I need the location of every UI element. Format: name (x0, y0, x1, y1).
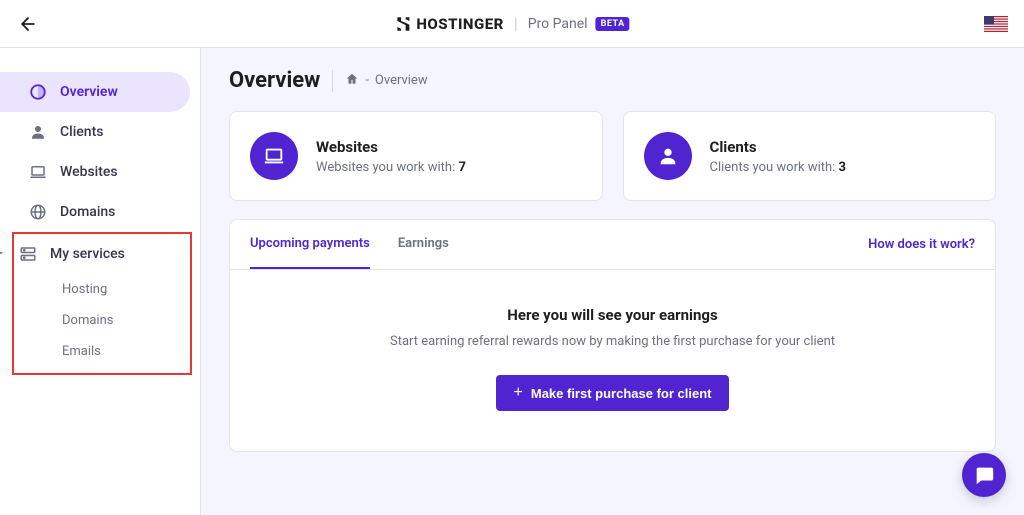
page-title: Overview (229, 68, 320, 93)
brand-separator: | (514, 14, 518, 33)
brand-name: HOSTINGER (416, 15, 503, 33)
server-icon (18, 244, 38, 264)
sidebar-item-label: Websites (60, 164, 118, 180)
hostinger-logo-icon (394, 15, 412, 33)
header: HOSTINGER | Pro Panel BETA (0, 0, 1024, 48)
sidebar: Overview Clients Websites Domains (0, 48, 200, 515)
globe-icon (28, 202, 48, 222)
arrow-left-icon (18, 14, 38, 34)
panel-tabs: Upcoming payments Earnings How does it w… (230, 220, 995, 270)
card-subtext-label: Clients you work with: (710, 160, 839, 175)
language-flag-us[interactable] (984, 16, 1008, 32)
empty-state-title: Here you will see your earnings (250, 306, 975, 324)
beta-badge: BETA (596, 17, 630, 31)
sidebar-subitem-domains[interactable]: Domains (14, 305, 190, 336)
chevron-down-icon (0, 246, 6, 262)
card-count: 7 (458, 160, 465, 175)
sidebar-item-websites[interactable]: Websites (0, 152, 190, 192)
make-first-purchase-button[interactable]: + Make first purchase for client (496, 375, 730, 411)
breadcrumb-current: Overview (375, 73, 428, 88)
person-icon (644, 132, 692, 180)
card-text: Websites Websites you work with: 7 (316, 138, 466, 175)
brand-logo: HOSTINGER (394, 15, 503, 33)
brand: HOSTINGER | Pro Panel BETA (394, 14, 629, 33)
chat-icon (973, 464, 995, 486)
breadcrumb-separator: - (365, 73, 369, 88)
clients-card[interactable]: Clients Clients you work with: 3 (623, 111, 997, 201)
card-count: 3 (839, 160, 846, 175)
sidebar-item-label: Overview (60, 84, 118, 100)
back-button[interactable] (16, 12, 40, 36)
card-subtext: Clients you work with: 3 (710, 160, 847, 175)
tab-earnings[interactable]: Earnings (398, 220, 449, 269)
overview-icon (28, 82, 48, 102)
card-title: Websites (316, 138, 466, 156)
earnings-panel: Upcoming payments Earnings How does it w… (229, 219, 996, 452)
card-subtext: Websites you work with: 7 (316, 160, 466, 175)
sidebar-item-label: Domains (60, 204, 115, 220)
tab-upcoming-payments[interactable]: Upcoming payments (250, 220, 370, 269)
sidebar-item-my-services[interactable]: My services (14, 234, 180, 274)
sidebar-item-clients[interactable]: Clients (0, 112, 190, 152)
stat-cards-row: Websites Websites you work with: 7 Clien… (229, 111, 996, 201)
sidebar-item-label: Clients (60, 124, 103, 140)
home-icon[interactable] (345, 72, 359, 90)
laptop-icon (250, 132, 298, 180)
brand-sub: Pro Panel (528, 16, 588, 32)
sidebar-item-label: My services (50, 246, 125, 262)
websites-card[interactable]: Websites Websites you work with: 7 (229, 111, 603, 201)
chat-button[interactable] (962, 453, 1006, 497)
how-does-it-work-link[interactable]: How does it work? (868, 237, 975, 252)
card-title: Clients (710, 138, 847, 156)
laptop-icon (28, 162, 48, 182)
us-flag-icon (984, 16, 1008, 32)
person-icon (28, 122, 48, 142)
card-subtext-label: Websites you work with: (316, 160, 458, 175)
plus-icon: + (514, 385, 523, 401)
sidebar-subitem-hosting[interactable]: Hosting (14, 274, 190, 305)
page-header-row: Overview - Overview (229, 68, 996, 93)
panel-body: Here you will see your earnings Start ea… (230, 270, 995, 451)
sidebar-item-domains[interactable]: Domains (0, 192, 190, 232)
breadcrumb: - Overview (345, 72, 427, 90)
annotation-highlight: My services Hosting Domains Emails (12, 232, 192, 375)
sidebar-item-overview[interactable]: Overview (0, 72, 190, 112)
empty-state-sub: Start earning referral rewards now by ma… (250, 334, 975, 349)
main-content: Overview - Overview Websites Websites yo… (200, 48, 1024, 515)
divider (332, 70, 333, 92)
cta-label: Make first purchase for client (531, 386, 712, 401)
card-text: Clients Clients you work with: 3 (710, 138, 847, 175)
sidebar-subitem-emails[interactable]: Emails (14, 336, 190, 367)
